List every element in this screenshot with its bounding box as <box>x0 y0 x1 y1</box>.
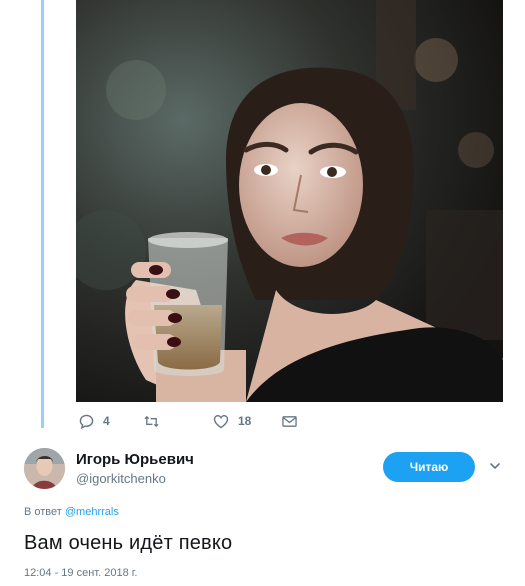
retweet-button[interactable] <box>143 409 169 433</box>
retweet-icon <box>143 414 160 429</box>
tweet-photo[interactable] <box>76 0 503 402</box>
thread-line <box>41 0 44 428</box>
reply-count: 4 <box>103 414 110 428</box>
reply-prefix: В ответ <box>24 506 62 518</box>
tweet-text: Вам очень идёт певко <box>24 532 233 554</box>
avatar-image <box>24 448 65 489</box>
following-button[interactable]: Читаю <box>383 452 475 482</box>
reply-button[interactable]: 4 <box>79 409 110 433</box>
envelope-icon <box>282 415 297 428</box>
author-name[interactable]: Игорь Юрьевич <box>76 451 194 468</box>
message-button[interactable] <box>282 409 297 433</box>
photo-illustration <box>76 0 503 402</box>
heart-icon <box>213 414 229 429</box>
like-count: 18 <box>238 414 252 428</box>
reply-icon <box>79 414 94 429</box>
reply-mention-link[interactable]: @mehrrals <box>65 506 119 518</box>
reply-context: В ответ @mehrrals <box>24 506 119 518</box>
author-handle[interactable]: @igorkitchenko <box>76 471 166 486</box>
like-button[interactable]: 18 <box>213 409 251 433</box>
chevron-down-icon[interactable] <box>488 459 502 473</box>
tweet-timestamp[interactable]: 12:04 - 19 сент. 2018 г. <box>24 567 137 579</box>
avatar[interactable] <box>24 448 65 489</box>
